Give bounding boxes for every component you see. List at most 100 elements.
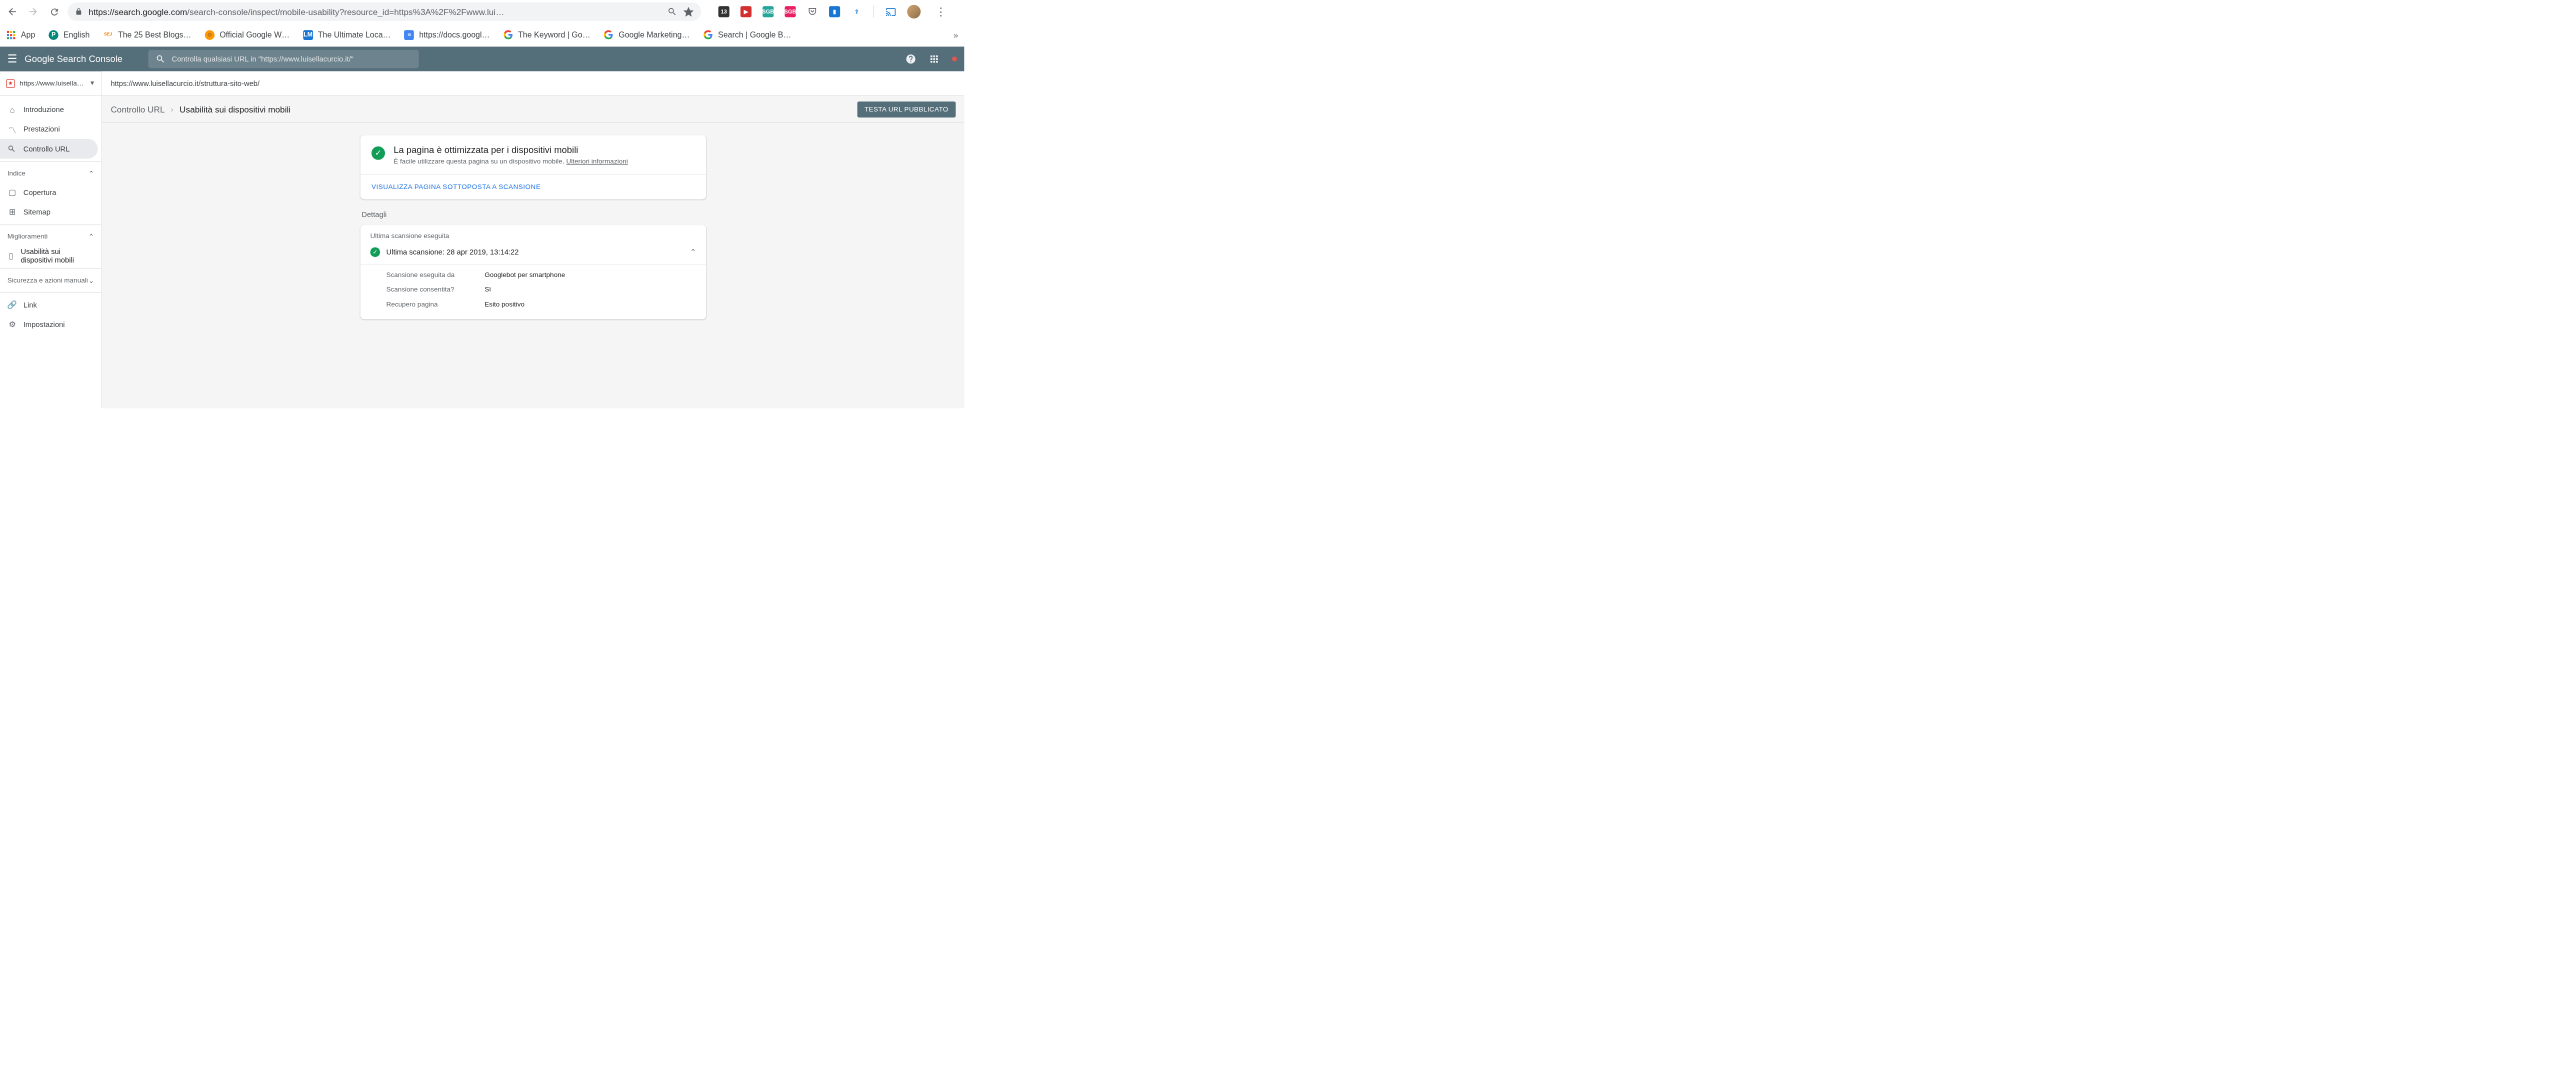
sidebar-section-enhance[interactable]: Miglioramenti ⌃: [0, 228, 101, 246]
bookmark-keyword[interactable]: The Keyword | Go…: [503, 30, 590, 40]
sidebar-settings[interactable]: ⚙ Impostazioni: [0, 315, 98, 335]
sidebar-coverage[interactable]: ▢ Copertura: [0, 183, 98, 203]
sidebar-intro[interactable]: ⌂ Introduzione: [0, 100, 98, 120]
ext-calendar-badge[interactable]: 13: [718, 6, 729, 17]
last-crawl-header: Ultima scansione eseguita: [360, 225, 706, 241]
ext-share-icon[interactable]: ⇪: [851, 6, 862, 17]
bookmark-search-google-b[interactable]: Search | Google B…: [703, 30, 791, 40]
bookmark-apps[interactable]: App: [6, 30, 35, 40]
chrome-menu-icon[interactable]: ⋮: [932, 5, 950, 18]
more-info-link[interactable]: Ulteriori informazioni: [566, 158, 628, 165]
extension-icons: 13 ▶ SGB SGB ▮ ⇪ ⋮: [718, 5, 950, 19]
ext-cast-icon[interactable]: [885, 6, 896, 17]
check-circle-icon: ✓: [370, 247, 380, 257]
bookmark-p-icon: P: [49, 30, 59, 40]
status-card: ✓ La pagina è ottimizzata per i disposit…: [360, 135, 706, 199]
details-card: Ultima scansione eseguita ✓ Ultima scans…: [360, 225, 706, 319]
chevron-up-icon: ⌃: [88, 233, 94, 241]
sidebar-label: Link: [23, 301, 37, 310]
url-text: https://search.google.com/search-console…: [89, 7, 662, 17]
ext-sgb-pink-icon[interactable]: SGB: [785, 6, 796, 17]
bookmarks-overflow-icon[interactable]: »: [953, 30, 958, 40]
bookmark-25best[interactable]: SEJ The 25 Best Blogs…: [103, 30, 191, 40]
app-header: ☰ Google Search Console: [0, 47, 964, 72]
notification-dot-icon[interactable]: [952, 57, 957, 62]
bookmark-sej-icon: SEJ: [103, 30, 113, 40]
forward-button[interactable]: [26, 4, 41, 19]
sidebar-section-index[interactable]: Indice ⌃: [0, 164, 101, 182]
sidebar-mobile-usability[interactable]: ▯ Usabilità sui dispositivi mobili: [0, 246, 98, 266]
bookmark-official-google[interactable]: ☺ Official Google W…: [205, 30, 290, 40]
sidebar-label: Copertura: [23, 188, 56, 197]
sidebar: ★ https://www.luisellacurcio.it/ ▼ ⌂ Int…: [0, 71, 102, 408]
content-area: https://www.luisellacurcio.it/struttura-…: [102, 71, 964, 408]
link-icon: 🔗: [7, 300, 17, 310]
sidebar-sitemap[interactable]: ⊞ Sitemap: [0, 202, 98, 222]
back-button[interactable]: [5, 4, 20, 19]
ext-pocket-icon[interactable]: [807, 6, 818, 17]
profile-avatar[interactable]: [907, 5, 921, 19]
sidebar-inspect[interactable]: Controllo URL: [0, 139, 98, 159]
bookmark-g-icon: [604, 30, 614, 40]
details-section-label: Dettagli: [362, 210, 706, 219]
test-live-url-button[interactable]: TESTA URL PUBBLICATO: [857, 101, 956, 117]
omnibox-search-icon[interactable]: [667, 7, 677, 17]
help-icon[interactable]: [905, 54, 916, 65]
sidebar-section-security[interactable]: Sicurezza e azioni manuali ⌄: [0, 271, 101, 289]
trending-icon: 〽: [7, 123, 17, 135]
menu-icon[interactable]: ☰: [7, 53, 17, 66]
bookmark-marketing[interactable]: Google Marketing…: [604, 30, 690, 40]
breadcrumb-url-inspect[interactable]: Controllo URL: [111, 104, 165, 114]
search-icon: [7, 145, 17, 154]
property-selector[interactable]: ★ https://www.luisellacurcio.it/ ▼: [0, 71, 101, 96]
status-title: La pagina è ottimizzata per i dispositiv…: [394, 145, 628, 155]
view-crawled-page-link[interactable]: VISUALIZZA PAGINA SOTTOPOSTA A SCANSIONE: [360, 175, 706, 200]
inspected-url: https://www.luisellacurcio.it/struttura-…: [111, 79, 260, 88]
ext-sgb-teal-icon[interactable]: SGB: [763, 6, 774, 17]
sidebar-section-label: Miglioramenti: [7, 233, 47, 240]
bookmark-label: Google Marketing…: [619, 30, 690, 39]
breadcrumb-mobile-usability: Usabilità sui dispositivi mobili: [180, 104, 291, 114]
bookmark-label: Official Google W…: [220, 30, 290, 39]
mobile-icon: ▯: [7, 251, 14, 261]
last-crawl-row[interactable]: ✓ Ultima scansione: 28 apr 2019, 13:14:2…: [360, 241, 706, 264]
chevron-up-icon: ⌃: [88, 169, 94, 177]
reload-button[interactable]: [47, 4, 62, 19]
bookmark-label: The Keyword | Go…: [518, 30, 590, 39]
sidebar-label: Usabilità sui dispositivi mobili: [21, 247, 91, 264]
sitemap-icon: ⊞: [7, 207, 17, 217]
breadcrumb-bar: Controllo URL › Usabilità sui dispositiv…: [102, 96, 964, 123]
sidebar-links[interactable]: 🔗 Link: [0, 295, 98, 315]
bookmark-label: The 25 Best Blogs…: [118, 30, 191, 39]
bookmark-ultimate-loca[interactable]: LM The Ultimate Loca…: [303, 30, 391, 40]
kv-key: Recupero pagina: [386, 301, 484, 308]
coverage-icon: ▢: [7, 188, 17, 198]
bookmark-label: App: [21, 30, 35, 39]
gear-icon: ⚙: [7, 320, 17, 330]
bookmark-english[interactable]: P English: [49, 30, 90, 40]
lock-icon: [75, 8, 82, 15]
app-logo[interactable]: Google Search Console: [25, 54, 123, 64]
address-bar[interactable]: https://search.google.com/search-console…: [68, 2, 701, 20]
chevron-right-icon: ›: [171, 105, 173, 114]
chevron-down-icon: ▼: [89, 80, 95, 87]
apps-grid-icon[interactable]: [929, 54, 940, 65]
search-icon: [156, 54, 166, 64]
url-inspect-search[interactable]: [148, 50, 419, 68]
star-icon[interactable]: [683, 6, 693, 16]
sidebar-performance[interactable]: 〽 Prestazioni: [0, 119, 98, 139]
logo-google: Google: [25, 54, 55, 64]
bookmark-label: The Ultimate Loca…: [318, 30, 391, 39]
separator: [873, 6, 874, 18]
logo-search-console: Search Console: [57, 54, 123, 64]
bookmark-docs[interactable]: ≡ https://docs.googl…: [404, 30, 489, 40]
ext-lighthouse-icon[interactable]: ▮: [829, 6, 840, 17]
url-inspect-input[interactable]: [172, 55, 412, 64]
bookmark-g-icon: [503, 30, 513, 40]
ext-red-icon[interactable]: ▶: [740, 6, 751, 17]
kv-value: Esito positivo: [485, 301, 525, 308]
kv-crawl-allowed: Scansione consentita? Sì: [360, 282, 706, 297]
sidebar-label: Sitemap: [23, 208, 50, 217]
property-name: https://www.luisellacurcio.it/: [20, 80, 85, 87]
bookmark-label: Search | Google B…: [718, 30, 791, 39]
